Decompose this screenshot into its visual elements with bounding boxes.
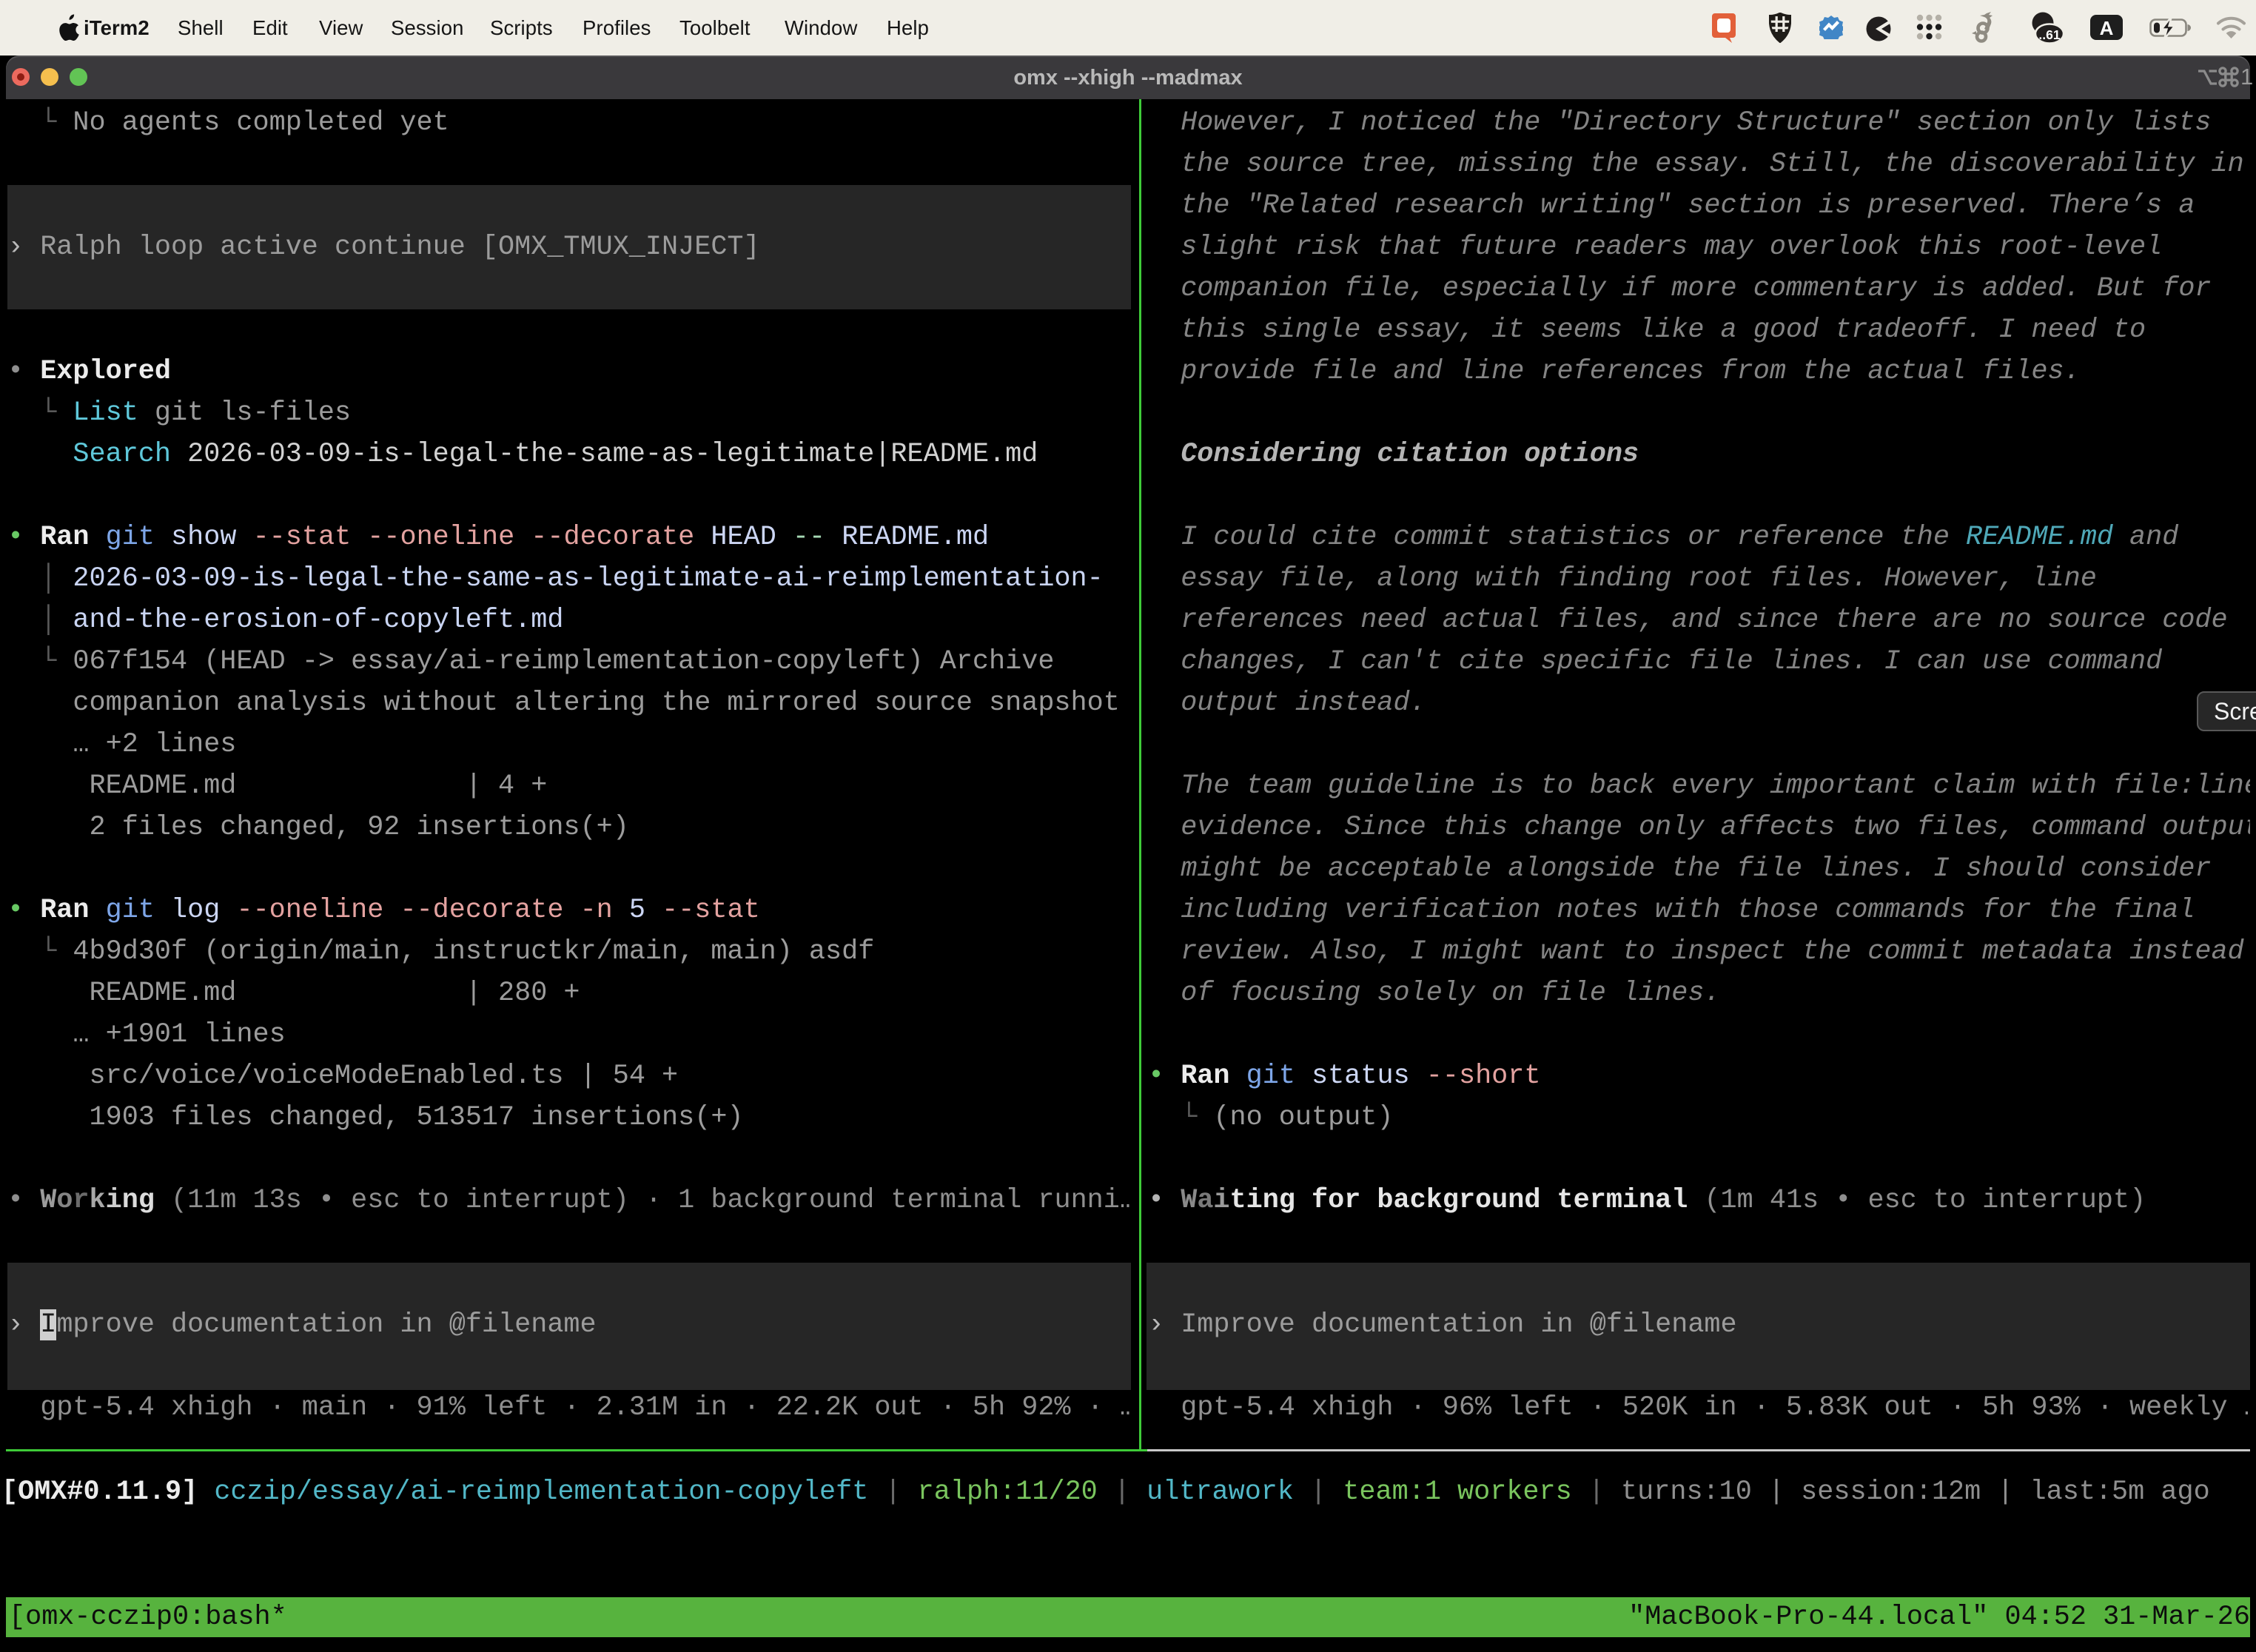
svg-text:1: 1 [2240, 64, 2253, 90]
svg-text:..61: ..61 [2038, 27, 2060, 42]
svg-text:A: A [2100, 17, 2114, 39]
